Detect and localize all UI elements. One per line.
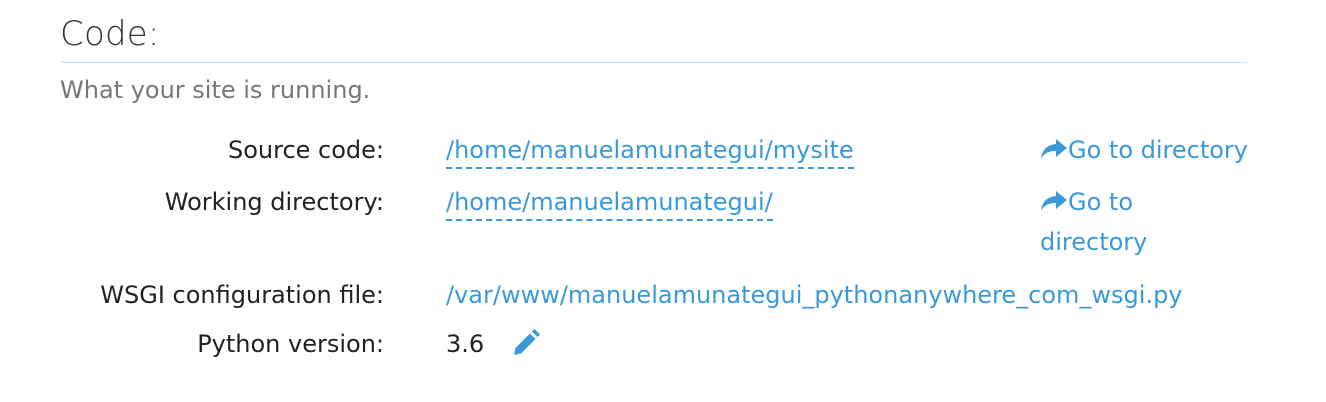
- python-version-value: 3.6: [446, 330, 484, 358]
- pencil-icon[interactable]: [511, 328, 541, 358]
- wsgi-file-link[interactable]: /var/www/manuelamunategui_pythonanywhere…: [446, 281, 1183, 309]
- python-version-text: 3.6: [446, 330, 485, 358]
- source-code-value: /home/manuelamunategui/mysite: [446, 136, 854, 169]
- working-directory-label: Working directory:: [164, 188, 384, 216]
- share-arrow-icon: [1040, 132, 1068, 159]
- source-code-goto-label: Go to directory: [1068, 136, 1248, 164]
- working-directory-goto-directory-link[interactable]: Go to directory: [1040, 182, 1280, 262]
- working-directory-value: /home/manuelamunategui/: [446, 188, 773, 221]
- source-code-label: Source code:: [227, 136, 384, 164]
- working-directory-goto-label-2: directory: [1040, 228, 1148, 256]
- code-section: Code: What your site is running. Source …: [0, 0, 1326, 402]
- working-directory-path-link[interactable]: /home/manuelamunategui/: [446, 188, 773, 221]
- wsgi-file-value: /var/www/manuelamunategui_pythonanywhere…: [446, 281, 1183, 309]
- source-code-goto-directory-link[interactable]: Go to directory: [1040, 130, 1280, 170]
- section-heading: Code:: [60, 14, 160, 54]
- source-code-path-link[interactable]: /home/manuelamunategui/mysite: [446, 136, 854, 169]
- section-subtitle: What your site is running.: [60, 76, 371, 104]
- working-directory-goto-label-1: Go to: [1068, 188, 1134, 216]
- wsgi-file-label: WSGI configuration file:: [100, 281, 384, 309]
- python-version-label: Python version:: [197, 330, 384, 358]
- working-directory-goto-line1: Go to: [1040, 182, 1280, 222]
- share-arrow-icon: [1040, 184, 1068, 211]
- heading-divider: [60, 62, 1246, 63]
